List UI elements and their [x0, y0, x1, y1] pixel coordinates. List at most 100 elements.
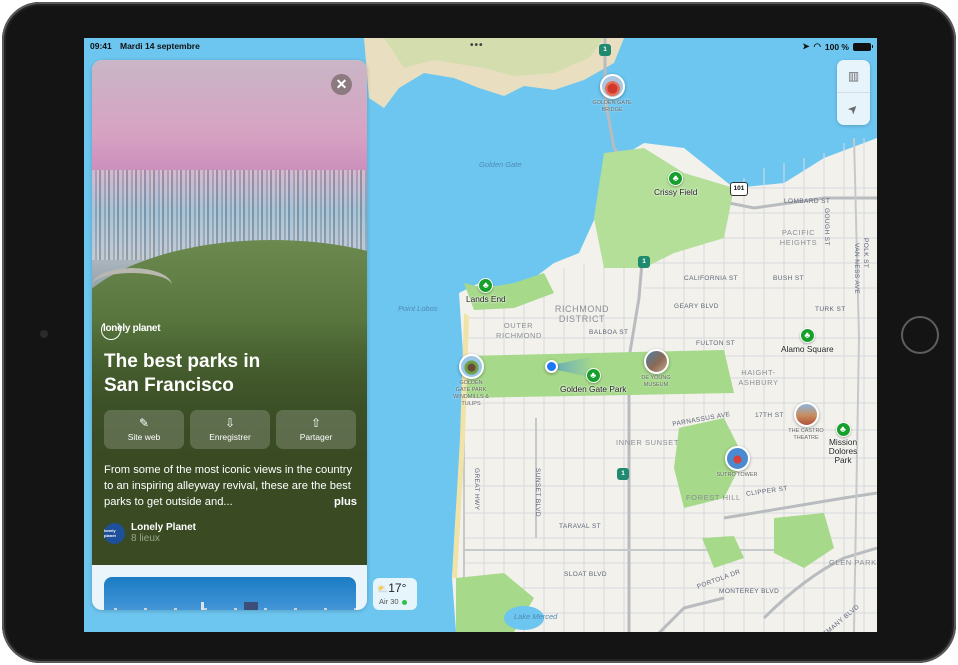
pin-label: Golden Gate Park — [560, 384, 627, 394]
wifi-icon: ◠ — [813, 41, 821, 51]
sutro-tower-photo — [724, 446, 750, 471]
temperature: 17° — [388, 581, 407, 595]
tree-icon: ♣ — [668, 171, 684, 186]
pin-label: Alamo Square — [781, 344, 834, 354]
pin-caption: GOLDEN GATE PARK WINDMILLS & TULIPS — [453, 380, 489, 407]
air-quality: Air 30 — [379, 597, 399, 606]
air-quality-dot — [401, 599, 407, 605]
park-pin-golden-gate-park[interactable]: ♣ Golden Gate Park — [560, 368, 626, 394]
district-forest-hill: FOREST HILL — [686, 493, 741, 502]
pin-caption: THE CASTRO THEATRE — [788, 428, 824, 441]
author-row[interactable]: lonely planet Lonely Planet 8 lieux — [104, 522, 196, 544]
district-pacific-heights: PACIFIC HEIGHTS — [779, 228, 818, 247]
share-label: Partager — [299, 432, 333, 442]
partly-sunny-icon: ⛅ — [377, 584, 389, 594]
landmark-pin-golden-gate-bridge[interactable]: GOLDEN GATE BRIDGE — [589, 74, 635, 114]
water-label-golden-gate: Golden Gate — [479, 160, 522, 169]
golden-gate-bridge-photo — [599, 74, 625, 99]
close-button[interactable]: ✕ — [331, 74, 352, 95]
park-pin-alamo-square[interactable]: ♣ Alamo Square — [781, 328, 834, 354]
next-place-thumbnail[interactable] — [104, 577, 356, 610]
district-haight-ashbury: HAIGHT-ASHBURY — [738, 368, 779, 387]
district-glen-park: GLEN PARK — [829, 558, 877, 567]
website-button[interactable]: ✎ Site web — [104, 410, 184, 449]
battery-icon — [853, 42, 873, 51]
landmark-pin-de-young[interactable]: DE YOUNG MUSEUM — [636, 349, 676, 389]
district-richmond: RICHMOND DISTRICT — [554, 304, 610, 324]
water-label-lake-merced: Lake Merced — [514, 612, 558, 621]
park-pin-mission-dolores[interactable]: ♣ Mission Dolores Park — [820, 422, 866, 465]
pin-caption: DE YOUNG MUSEUM — [641, 375, 671, 388]
guide-description: From some of the most iconic views in th… — [104, 462, 359, 510]
tree-icon: ♣ — [799, 328, 815, 343]
street-sunset-blvd: SUNSET BLVD — [534, 468, 541, 517]
street-polk: POLK ST — [862, 238, 869, 269]
author-avatar: lonely planet — [104, 522, 125, 544]
street-bush: BUSH ST — [773, 275, 804, 282]
description-text: From some of the most iconic views in th… — [104, 464, 353, 508]
screen: Golden Gate Point Lobos Lake Merced RICH… — [84, 38, 877, 632]
street-gough: GOUGH ST — [823, 208, 830, 246]
us-101-shield: 101 — [730, 182, 748, 196]
home-button[interactable] — [901, 316, 939, 354]
pin-caption: GOLDEN GATE BRIDGE — [592, 100, 632, 113]
landmark-pin-windmills[interactable]: GOLDEN GATE PARK WINDMILLS & TULIPS — [452, 354, 490, 408]
action-row: ✎ Site web ⇩ Enregistrer ⇧ Partager — [104, 410, 356, 449]
more-link[interactable]: plus — [334, 494, 357, 510]
user-location-dot[interactable] — [545, 360, 558, 373]
status-date: Mardi 14 septembre — [120, 41, 200, 51]
skyline — [104, 608, 356, 610]
location-arrow-icon: ➤ — [844, 100, 863, 118]
save-label: Enregistrer — [209, 432, 251, 442]
district-outer-richmond: OUTER RICHMOND — [496, 321, 543, 340]
publisher-logo: lonely planet — [100, 320, 161, 340]
front-camera — [40, 330, 48, 338]
pin-caption: SUTRO TOWER — [716, 472, 758, 478]
author-name: Lonely Planet — [131, 522, 197, 533]
tree-icon: ♣ — [835, 422, 851, 437]
route-1-shield: 1 — [638, 256, 650, 268]
park-pin-lands-end[interactable]: ♣ Lands End — [466, 278, 506, 304]
guide-title: The best parks in San Francisco — [104, 350, 354, 398]
transamerica-spire — [201, 602, 204, 610]
battery-percent: 100 % — [824, 41, 849, 52]
street-taraval: TARAVAL ST — [559, 523, 602, 530]
place-count: 8 lieux — [131, 533, 160, 544]
status-bar: 09:41 Mardi 14 septembre ••• ➤ ◠ 100 % — [84, 38, 877, 54]
park-pin-crissy-field[interactable]: ♣ Crissy Field — [654, 171, 697, 197]
multitasking-dots[interactable]: ••• — [470, 40, 484, 51]
pin-label: Mission Dolores Park — [828, 437, 858, 465]
street-sloat: SLOAT BLVD — [564, 571, 608, 578]
guide-title-line2: San Francisco — [104, 375, 234, 396]
landmark-pin-sutro-tower[interactable]: SUTRO TOWER — [716, 446, 758, 479]
route-1-shield-south: 1 — [617, 468, 629, 480]
share-icon: ⇧ — [310, 416, 322, 430]
map-mode-button[interactable]: ▥ — [837, 60, 870, 92]
website-label: Site web — [127, 432, 161, 442]
weather-widget[interactable]: ⛅17° Air 30 — [373, 578, 417, 610]
street-geary: GEARY BLVD — [674, 303, 719, 310]
street-fulton: FULTON ST — [696, 340, 736, 347]
map-controls: ▥ ➤ — [837, 60, 870, 125]
street-17th: 17TH ST — [755, 412, 784, 419]
share-button[interactable]: ⇧ Partager — [276, 410, 356, 449]
save-button[interactable]: ⇩ Enregistrer — [190, 410, 270, 449]
street-monterey: MONTEREY BLVD — [719, 588, 780, 595]
district-inner-sunset: INNER SUNSET — [616, 438, 680, 447]
tower — [244, 602, 258, 610]
tree-icon: ♣ — [585, 368, 601, 383]
street-van-ness: VAN NESS AVE — [853, 243, 860, 295]
street-california: CALIFORNIA ST — [684, 275, 738, 282]
street-lombard: LOMBARD ST — [784, 198, 831, 205]
track-location-button[interactable]: ➤ — [837, 93, 870, 125]
water-label-point-lobos: Point Lobos — [398, 304, 438, 313]
map-icon: ▥ — [847, 69, 860, 83]
street-great-hwy: GREAT HWY — [473, 468, 480, 511]
tree-icon: ♣ — [478, 278, 494, 293]
street-turk: TURK ST — [815, 306, 846, 313]
landmark-pin-castro-theatre[interactable]: THE CASTRO THEATRE — [786, 402, 826, 442]
ipad-frame: Golden Gate Point Lobos Lake Merced RICH… — [2, 2, 956, 663]
guide-title-line1: The best parks in — [104, 351, 261, 372]
pin-label: Crissy Field — [654, 187, 698, 197]
de-young-photo — [643, 349, 669, 374]
